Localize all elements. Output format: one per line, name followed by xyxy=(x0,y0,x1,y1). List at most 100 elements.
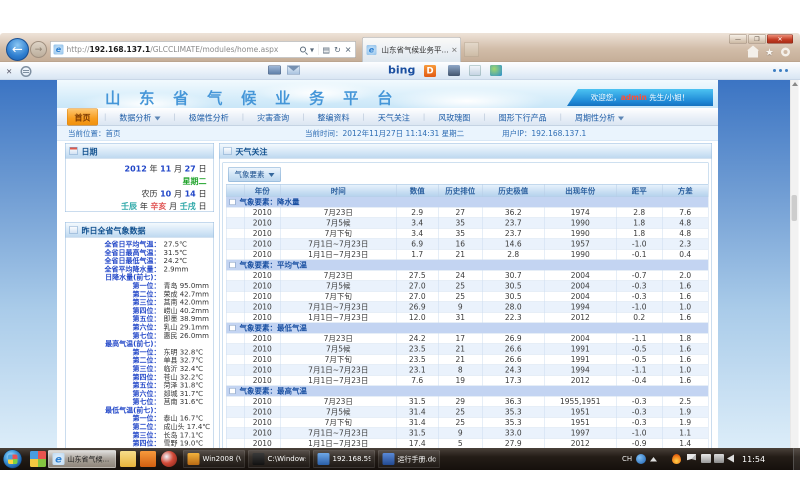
group-checkbox[interactable] xyxy=(230,199,236,205)
home-icon[interactable] xyxy=(748,51,758,58)
table-row[interactable]: 20107月23日27.52430.72004-0.72.0 xyxy=(226,270,708,281)
group-checkbox[interactable] xyxy=(230,262,236,268)
start-button[interactable] xyxy=(3,450,22,469)
back-button[interactable]: ← xyxy=(6,38,29,61)
nav-item[interactable]: 整编资料 xyxy=(310,109,356,125)
taskbar-window-button[interactable]: 运行手册.docx ... xyxy=(378,450,440,468)
table-row[interactable]: 20107月1日~7月23日23.1824.31994-1.11.0 xyxy=(226,365,708,376)
toolbar-overflow-icon[interactable] xyxy=(770,69,788,72)
orange-app-icon[interactable] xyxy=(140,451,156,467)
refresh-icon[interactable]: ↻ xyxy=(334,45,341,55)
stat-line: 全省平均降水量：2.9mm xyxy=(66,265,214,273)
table-row[interactable]: 20107月1日~7月23日26.9928.01994-1.01.0 xyxy=(226,302,708,313)
toolbar-close-icon[interactable]: ✕ xyxy=(6,67,12,76)
table-row[interactable]: 20101月1日~7月23日7.61917.32012-0.41.6 xyxy=(226,375,708,386)
table-row[interactable]: 20107月23日24.21726.92004-1.11.8 xyxy=(226,333,708,344)
pinned-app-icon[interactable] xyxy=(30,451,46,467)
language-indicator[interactable]: CH xyxy=(622,455,632,463)
close-button[interactable]: ✕ xyxy=(767,35,793,44)
table-row[interactable]: 20107月1日~7月23日6.91614.61957-1.02.3 xyxy=(226,239,708,250)
toolbar-menu-icon[interactable] xyxy=(20,66,31,77)
volume-icon[interactable] xyxy=(727,455,734,463)
table-row[interactable]: 20101月1日~7月23日1.7212.81990-0.10.4 xyxy=(226,249,708,260)
table-row[interactable]: 20107月下旬3.43523.719901.84.8 xyxy=(226,228,708,239)
tray-app-icon[interactable] xyxy=(636,454,646,464)
column-header[interactable]: 历史极值 xyxy=(482,184,544,197)
dropdown-icon[interactable]: ▾ xyxy=(310,45,314,55)
show-desktop-button[interactable] xyxy=(793,448,800,470)
share-icon[interactable] xyxy=(490,65,502,76)
tray-expand-icon[interactable] xyxy=(650,457,657,462)
tray-flame-icon[interactable] xyxy=(672,454,681,464)
compatibility-icon[interactable]: ▤ xyxy=(323,45,331,55)
maximize-button[interactable]: ❐ xyxy=(748,35,766,44)
taskbar-ie-window[interactable]: e 山东省气候... xyxy=(48,450,116,468)
network2-icon[interactable] xyxy=(714,454,724,463)
nav-item[interactable]: 灾害查询 xyxy=(250,109,296,125)
column-header[interactable]: 历史排位 xyxy=(438,184,482,197)
address-bar[interactable]: e http://192.168.137.1/GLCCLIMATE/module… xyxy=(50,41,356,58)
network-icon[interactable] xyxy=(701,454,711,463)
table-row[interactable]: 20101月1日~7月23日17.4527.92012-0.91.4 xyxy=(226,438,708,448)
new-tab-button[interactable] xyxy=(464,42,479,57)
table-row[interactable]: 20107月5候27.02530.52004-0.31.6 xyxy=(226,281,708,292)
taskbar-window-button[interactable]: Win2008 (VS2... xyxy=(183,450,245,468)
column-header[interactable]: 年份 xyxy=(244,184,280,197)
column-header[interactable]: 方差 xyxy=(662,184,708,197)
taskbar-clock[interactable]: 11:54 xyxy=(742,455,765,465)
stop-icon[interactable]: ✕ xyxy=(345,45,352,55)
favorites-star-icon[interactable]: ★ xyxy=(765,46,774,58)
browser-toolbar: ✕ bing D xyxy=(0,62,800,80)
contact-icon[interactable] xyxy=(469,65,481,76)
nav-item[interactable]: 图形下行产品 xyxy=(492,109,554,125)
tray-flag-icon[interactable] xyxy=(687,454,696,463)
table-row[interactable]: 20107月23日2.92736.219742.87.6 xyxy=(226,207,708,218)
folder-icon[interactable] xyxy=(120,451,136,467)
nav-item[interactable]: 天气关注 xyxy=(371,109,417,125)
scrollbar-up-icon[interactable] xyxy=(792,82,798,86)
media-player-icon[interactable] xyxy=(161,451,177,467)
page-viewport: 山东省气候业务平台 欢迎您，admin 先生/小姐！ 首页|数据分析|极端性分析… xyxy=(0,80,790,448)
nav-item[interactable]: 风玫瑰图 xyxy=(431,109,477,125)
document-icon xyxy=(70,226,78,234)
tab-close-icon[interactable]: ✕ xyxy=(451,45,457,54)
table-row[interactable]: 20107月下旬31.42535.31951-0.31.9 xyxy=(226,417,708,428)
calendar-icon xyxy=(70,147,78,155)
scrollbar-thumb[interactable] xyxy=(792,195,798,221)
table-row[interactable]: 20107月5候31.42535.31951-0.31.9 xyxy=(226,407,708,418)
bing-logo[interactable]: bing xyxy=(388,64,415,77)
stats-panel-header: 昨日全省气象数据 xyxy=(66,223,214,238)
mail-icon[interactable] xyxy=(287,66,300,75)
column-header[interactable]: 出现年份 xyxy=(544,184,616,197)
camera-icon[interactable] xyxy=(448,65,460,76)
table-row[interactable]: 20107月下旬27.02530.52004-0.31.6 xyxy=(226,291,708,302)
table-row[interactable]: 20107月5候23.52126.61991-0.51.6 xyxy=(226,344,708,355)
table-row[interactable]: 20107月23日31.52936.31955,1951-0.32.5 xyxy=(226,396,708,407)
column-header[interactable]: 数值 xyxy=(396,184,438,197)
forward-button[interactable]: → xyxy=(30,41,47,58)
group-checkbox[interactable] xyxy=(230,325,236,331)
table-row[interactable]: 20107月5候3.43523.719901.84.8 xyxy=(226,218,708,229)
browser-tab[interactable]: e 山东省气候业务平... ✕ xyxy=(362,37,461,62)
search-icon[interactable] xyxy=(300,47,306,53)
nav-item[interactable]: 周期性分析 xyxy=(568,109,631,125)
d-app-icon[interactable]: D xyxy=(424,65,436,77)
table-row[interactable]: 20101月1日~7月23日12.03122.320120.21.6 xyxy=(226,312,708,323)
group-checkbox[interactable] xyxy=(230,388,236,394)
minimize-button[interactable]: — xyxy=(729,35,747,44)
column-header[interactable]: 时间 xyxy=(280,184,396,197)
table-row[interactable]: 20107月下旬23.52126.61991-0.51.6 xyxy=(226,354,708,365)
stat-line: 日降水量(前七)： xyxy=(66,274,214,282)
nav-item[interactable]: 数据分析 xyxy=(112,109,167,125)
column-header[interactable]: 距平 xyxy=(616,184,662,197)
settings-gear-icon[interactable] xyxy=(781,48,790,57)
nav-item[interactable]: 极端性分析 xyxy=(182,109,236,125)
screen: — ❐ ✕ ← → e http://192.168.137.1/GLCCLIM… xyxy=(0,0,800,500)
nav-item[interactable]: 首页 xyxy=(67,108,98,125)
taskbar-window-button[interactable]: C:\Windows\s... xyxy=(248,450,310,468)
taskbar-window-button[interactable]: 192.168.59.99... xyxy=(313,450,375,468)
table-row[interactable]: 20107月1日~7月23日31.5933.01997-1.01.1 xyxy=(226,428,708,439)
page-scrollbar[interactable] xyxy=(790,80,799,448)
card-icon[interactable] xyxy=(268,66,281,75)
element-filter-button[interactable]: 气象要素 xyxy=(228,167,281,182)
